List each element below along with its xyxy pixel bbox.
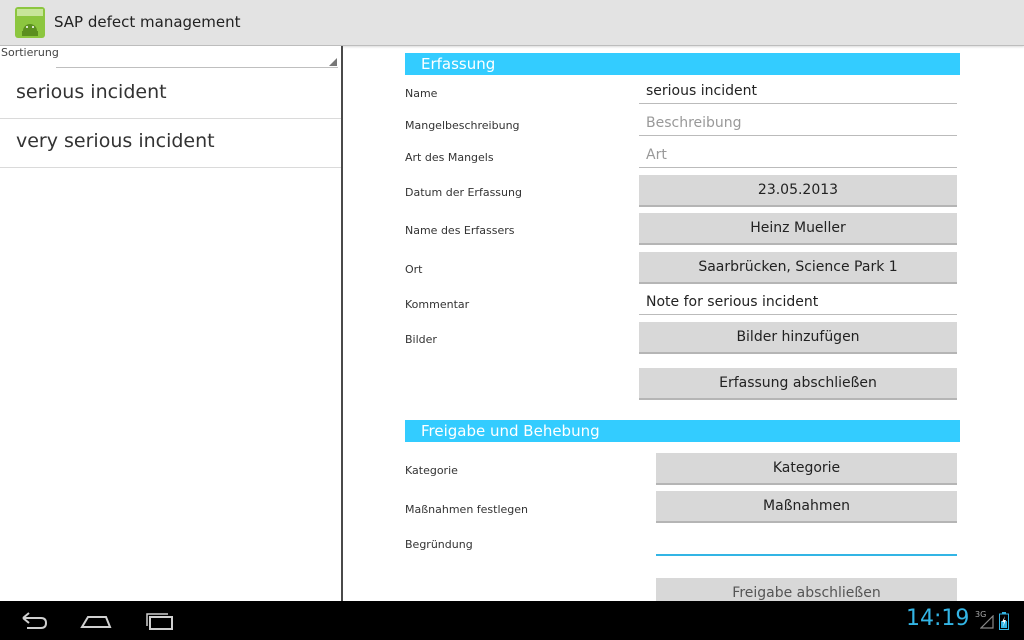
reason-field[interactable] [656, 532, 957, 556]
battery-icon [999, 612, 1009, 634]
reason-label: Begründung [405, 538, 473, 551]
defect-type-label: Art des Mangels [405, 151, 494, 164]
description-field[interactable]: Beschreibung [639, 112, 957, 136]
list-item[interactable]: very serious incident [0, 119, 341, 168]
sort-label: Sortierung [1, 46, 59, 59]
add-images-button[interactable]: Bilder hinzufügen [639, 322, 957, 354]
app-title: SAP defect management [54, 13, 241, 31]
date-button[interactable]: 23.05.2013 [639, 175, 957, 207]
location-button[interactable]: Saarbrücken, Science Park 1 [639, 252, 957, 284]
home-icon[interactable] [78, 609, 114, 633]
section-header-capture: Erfassung [405, 53, 960, 75]
location-label: Ort [405, 263, 423, 276]
pane-divider [341, 46, 343, 601]
back-icon[interactable] [15, 609, 51, 633]
description-label: Mangelbeschreibung [405, 119, 520, 132]
android-app-icon[interactable] [15, 7, 45, 38]
category-label: Kategorie [405, 464, 458, 477]
category-button[interactable]: Kategorie [656, 453, 957, 485]
spinner-caret-icon [329, 58, 337, 66]
list-item-label: serious incident [16, 81, 167, 103]
system-navigation-bar [0, 601, 1024, 640]
status-clock: 14:19 [906, 606, 970, 631]
section-title: Freigabe und Behebung [421, 422, 600, 440]
signal-icon [979, 614, 994, 633]
images-label: Bilder [405, 333, 437, 346]
section-title: Erfassung [421, 55, 496, 73]
measures-label: Maßnahmen festlegen [405, 503, 529, 516]
action-bar: SAP defect management [0, 0, 1024, 46]
comment-field[interactable]: Note for serious incident [639, 291, 957, 315]
list-item[interactable]: serious incident [0, 70, 341, 119]
recent-apps-icon[interactable] [142, 609, 178, 633]
sort-spinner[interactable] [56, 52, 338, 68]
measures-button[interactable]: Maßnahmen [656, 491, 957, 523]
defect-type-field[interactable]: Art [639, 144, 957, 168]
comment-label: Kommentar [405, 298, 470, 311]
recorder-label: Name des Erfassers [405, 224, 515, 237]
section-header-release: Freigabe und Behebung [405, 420, 960, 442]
list-item-label: very serious incident [16, 130, 215, 152]
name-field[interactable]: serious incident [639, 80, 957, 104]
recorder-button[interactable]: Heinz Mueller [639, 213, 957, 245]
finish-capture-button[interactable]: Erfassung abschließen [639, 368, 957, 400]
name-label: Name [405, 87, 438, 100]
date-label: Datum der Erfassung [405, 186, 522, 199]
